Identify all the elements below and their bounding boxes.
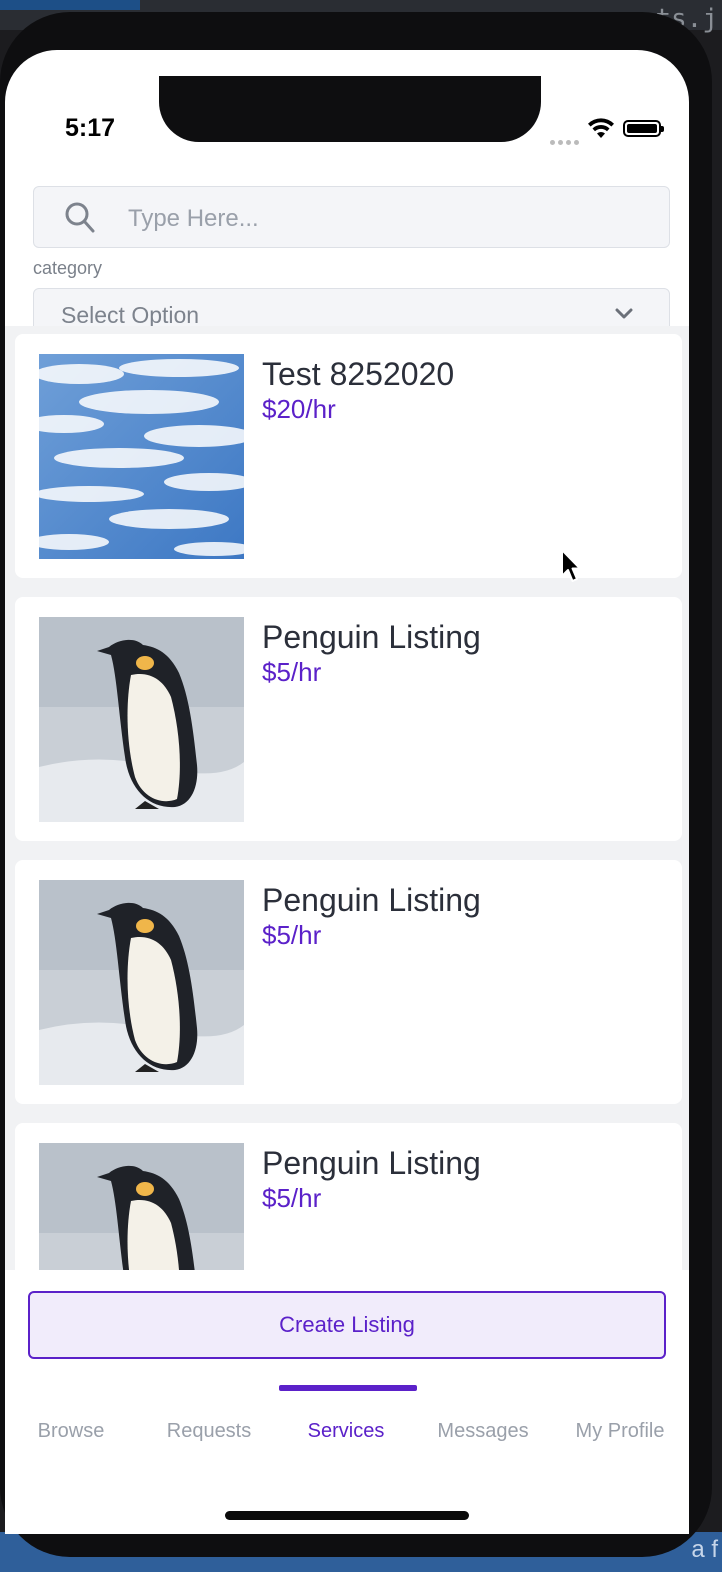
tab-services[interactable]: Services — [286, 1420, 406, 1443]
status-time: 5:17 — [65, 114, 116, 142]
listing-card[interactable]: Test 8252020 $20/hr — [15, 334, 682, 578]
search-bar[interactable] — [33, 186, 670, 248]
listing-title: Penguin Listing — [262, 619, 481, 655]
search-icon — [65, 202, 95, 233]
desktop-highlight — [0, 0, 140, 10]
listing-price: $5/hr — [262, 920, 322, 950]
notch — [159, 76, 541, 142]
cellular-signal-icon — [550, 132, 582, 150]
home-indicator[interactable] — [225, 1511, 469, 1520]
chevron-down-icon — [615, 308, 633, 319]
listing-title: Penguin Listing — [262, 882, 481, 918]
category-label: category — [33, 258, 103, 278]
mouse-cursor-icon — [561, 549, 581, 582]
tab-browse[interactable]: Browse — [11, 1420, 131, 1443]
listing-card[interactable]: Penguin Listing $5/hr — [15, 860, 682, 1104]
listing-price: $5/hr — [262, 657, 322, 687]
listing-card[interactable]: Penguin Listing $5/hr — [15, 597, 682, 841]
listing-price: $5/hr — [262, 1183, 322, 1213]
create-listing-button[interactable]: Create Listing — [28, 1291, 666, 1359]
listing-image-penguin — [39, 1143, 244, 1270]
bottom-panel: Create Listing Browse Requests Services … — [5, 1270, 689, 1534]
listing-image-penguin — [39, 617, 244, 822]
active-tab-indicator — [279, 1385, 417, 1391]
listing-feed[interactable]: Test 8252020 $20/hr Penguin Listing $5/h… — [5, 326, 689, 1270]
phone-frame: 5:17 category Select Option — [0, 12, 712, 1557]
category-select-value: Select Option — [61, 302, 200, 328]
listing-title: Test 8252020 — [262, 356, 455, 392]
listing-price: $20/hr — [262, 394, 336, 424]
wifi-icon — [588, 118, 614, 138]
listing-card[interactable]: Penguin Listing $5/hr — [15, 1123, 682, 1270]
listing-title: Penguin Listing — [262, 1145, 481, 1181]
desktop-bottom-text: a f — [691, 1536, 718, 1563]
tab-messages[interactable]: Messages — [423, 1420, 543, 1443]
listing-image-sky — [39, 354, 244, 559]
tab-my-profile[interactable]: My Profile — [560, 1420, 680, 1443]
tab-requests[interactable]: Requests — [149, 1420, 269, 1443]
listing-image-penguin — [39, 880, 244, 1085]
battery-icon — [623, 120, 664, 137]
search-input[interactable] — [126, 199, 650, 239]
